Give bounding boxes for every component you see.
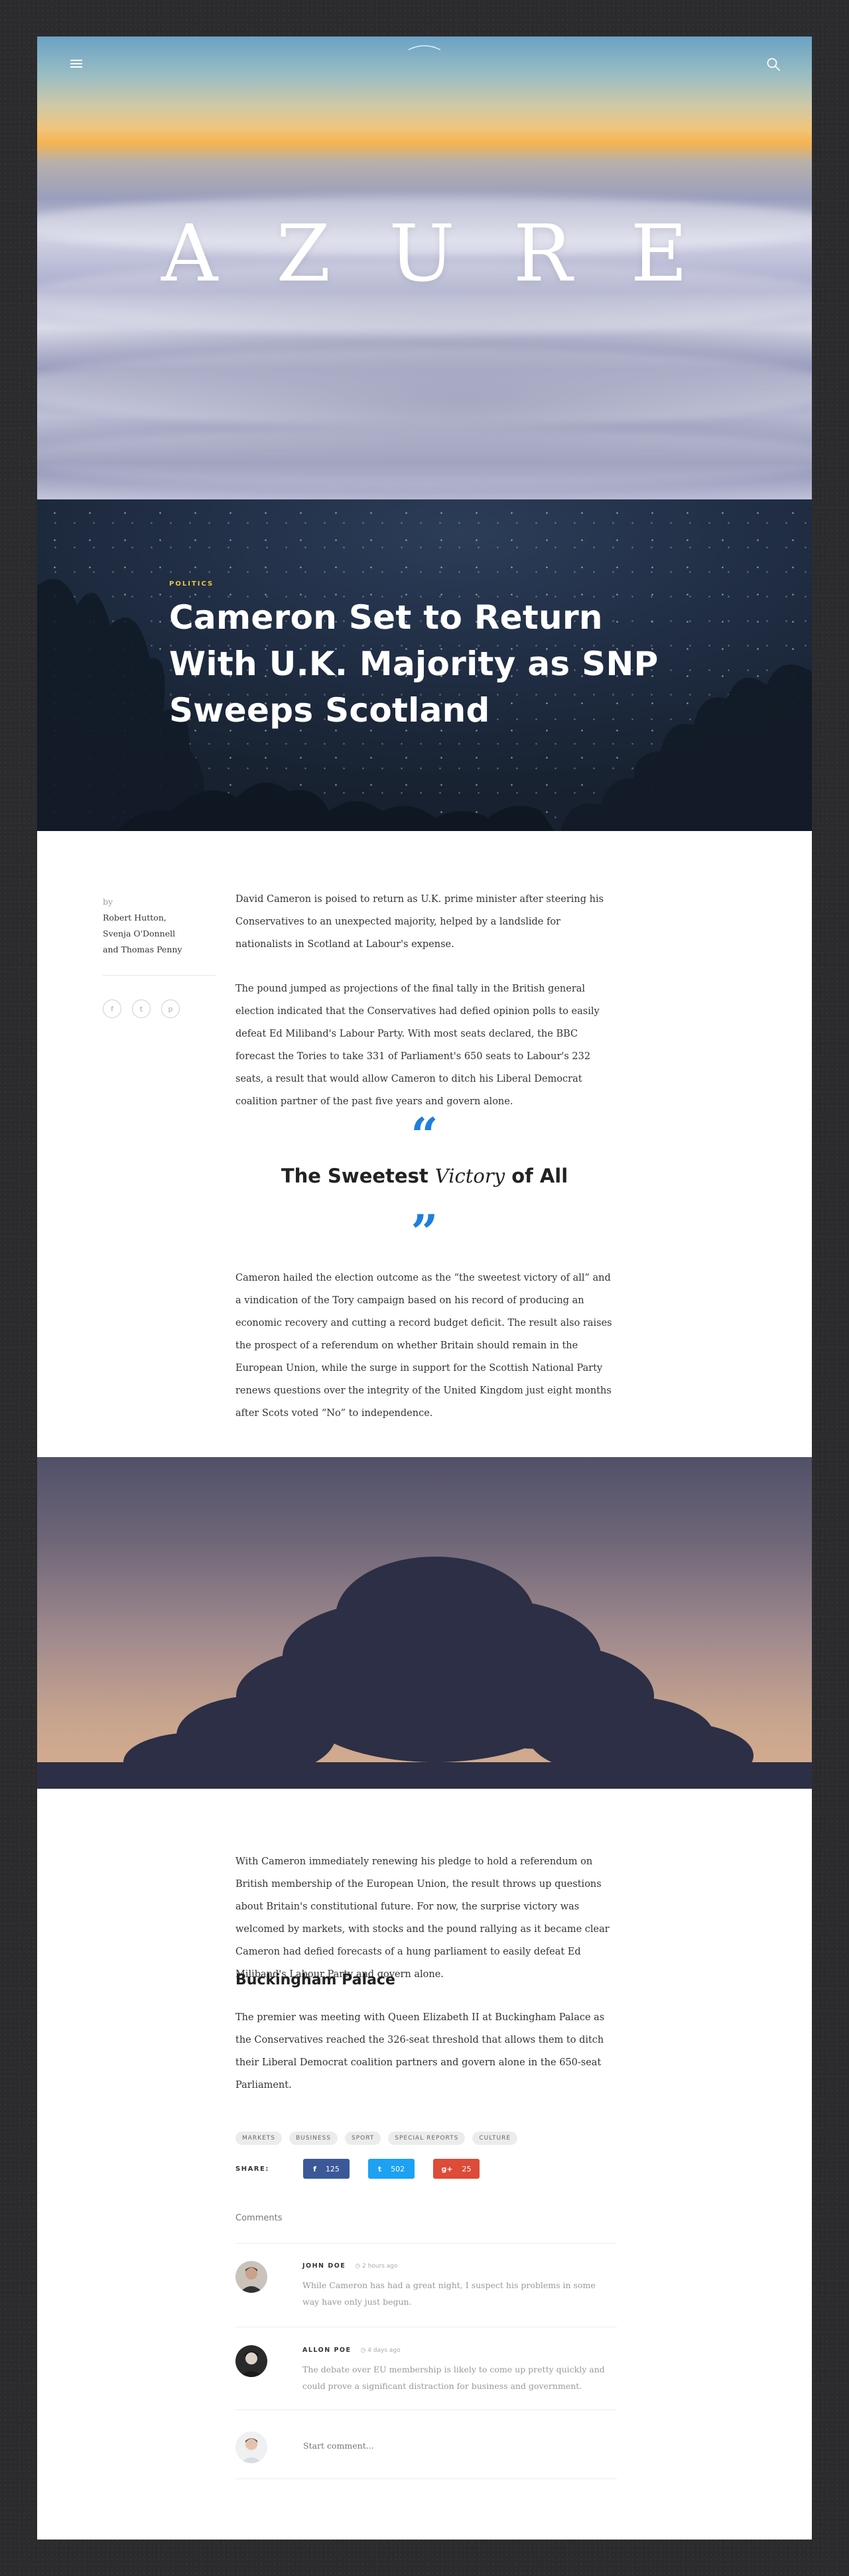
comment-author: JOHN DOE ◷ 2 hours ago (302, 2262, 398, 2270)
clock-icon: ◷ (360, 2347, 368, 2354)
hamburger-icon[interactable] (70, 58, 85, 72)
body-paragraph: David Cameron is poised to return as U.K… (235, 894, 604, 950)
tag-list: MARKETS BUSINESS SPORT SPECIAL REPORTS C… (235, 2132, 518, 2145)
tag[interactable]: BUSINESS (289, 2132, 338, 2145)
byline-prefix: by (103, 897, 113, 907)
category-kicker[interactable]: POLITICS (169, 580, 214, 588)
pinterest-icon[interactable]: p (161, 999, 180, 1018)
author-name[interactable]: Robert Hutton, (103, 910, 216, 926)
tag[interactable]: CULTURE (472, 2132, 518, 2145)
clock-icon: ◷ (355, 2263, 362, 2270)
share-label: SHARE: (235, 2165, 269, 2173)
tag[interactable]: SPECIAL REPORTS (388, 2132, 466, 2145)
hero-image: AZURE (37, 36, 812, 499)
search-icon[interactable] (765, 56, 781, 72)
facebook-icon: f (313, 2164, 316, 2173)
tag[interactable]: SPORT (344, 2132, 381, 2145)
twitter-icon[interactable]: t (132, 999, 151, 1018)
article-page: AZURE POLITICS Cameron Set to Return Wit… (37, 36, 812, 2540)
tree-image (37, 1457, 812, 1789)
comment-item: JOHN DOE ◷ 2 hours ago While Cameron has … (235, 2261, 617, 2327)
body-paragraph: The pound jumped as projections of the f… (235, 984, 600, 1107)
article-header: POLITICS Cameron Set to Return With U.K.… (37, 499, 812, 831)
google-plus-share-button[interactable]: g+ 25 (433, 2159, 480, 2179)
author-name[interactable]: and Thomas Penny (103, 942, 216, 958)
open-quote-icon: “ (411, 1107, 438, 1163)
close-quote-icon: ” (411, 1204, 438, 1260)
facebook-share-button[interactable]: f 125 (303, 2159, 350, 2179)
avatar[interactable] (235, 2261, 267, 2293)
pull-quote: The Sweetest Victory of All (281, 1165, 568, 1187)
twitter-icon: t (377, 2164, 382, 2173)
comment-input[interactable] (303, 2441, 615, 2451)
comment-author: ALLON POE ◷ 4 days ago (302, 2347, 401, 2354)
tag[interactable]: MARKETS (235, 2132, 282, 2145)
byline-divider (103, 975, 216, 976)
byline-social: f t p (103, 999, 180, 1018)
share-count: 25 (462, 2164, 472, 2173)
comment-item: ALLON POE ◷ 4 days ago The debate over EU… (235, 2345, 617, 2412)
current-user-avatar (235, 2431, 267, 2463)
tree-silhouette (37, 1557, 812, 1789)
body-paragraph: Cameron hailed the election outcome as t… (235, 1273, 612, 1419)
body-paragraph: The premier was meeting with Queen Eliza… (235, 2012, 605, 2091)
comments-divider (235, 2243, 617, 2244)
byline: by Robert Hutton, Svenja O'Donnell and T… (103, 894, 216, 958)
comment-body: While Cameron has had a great night, I s… (302, 2280, 596, 2307)
avatar[interactable] (235, 2345, 267, 2377)
comment-body: The debate over EU membership is likely … (302, 2364, 605, 2391)
share-count: 125 (325, 2164, 340, 2173)
twitter-share-button[interactable]: t 502 (368, 2159, 415, 2179)
comment-timestamp: ◷ 4 days ago (360, 2347, 401, 2354)
comment-timestamp: ◷ 2 hours ago (355, 2263, 398, 2270)
facebook-icon[interactable]: f (103, 999, 121, 1018)
logo-mark-icon (408, 45, 441, 50)
author-name[interactable]: Svenja O'Donnell (103, 926, 216, 942)
section-subheading: Buckingham Palace (235, 1972, 395, 1988)
google-plus-icon: g+ (441, 2164, 453, 2173)
comments-heading: Comments (235, 2213, 283, 2223)
share-bar: SHARE: f 125 t 502 g+ 25 (235, 2159, 498, 2179)
article-headline: Cameron Set to Return With U.K. Majority… (169, 598, 659, 730)
body-paragraph: With Cameron immediately renewing his pl… (235, 1856, 610, 1980)
brand-logo[interactable]: AZURE (37, 208, 812, 299)
share-count: 502 (391, 2164, 405, 2173)
